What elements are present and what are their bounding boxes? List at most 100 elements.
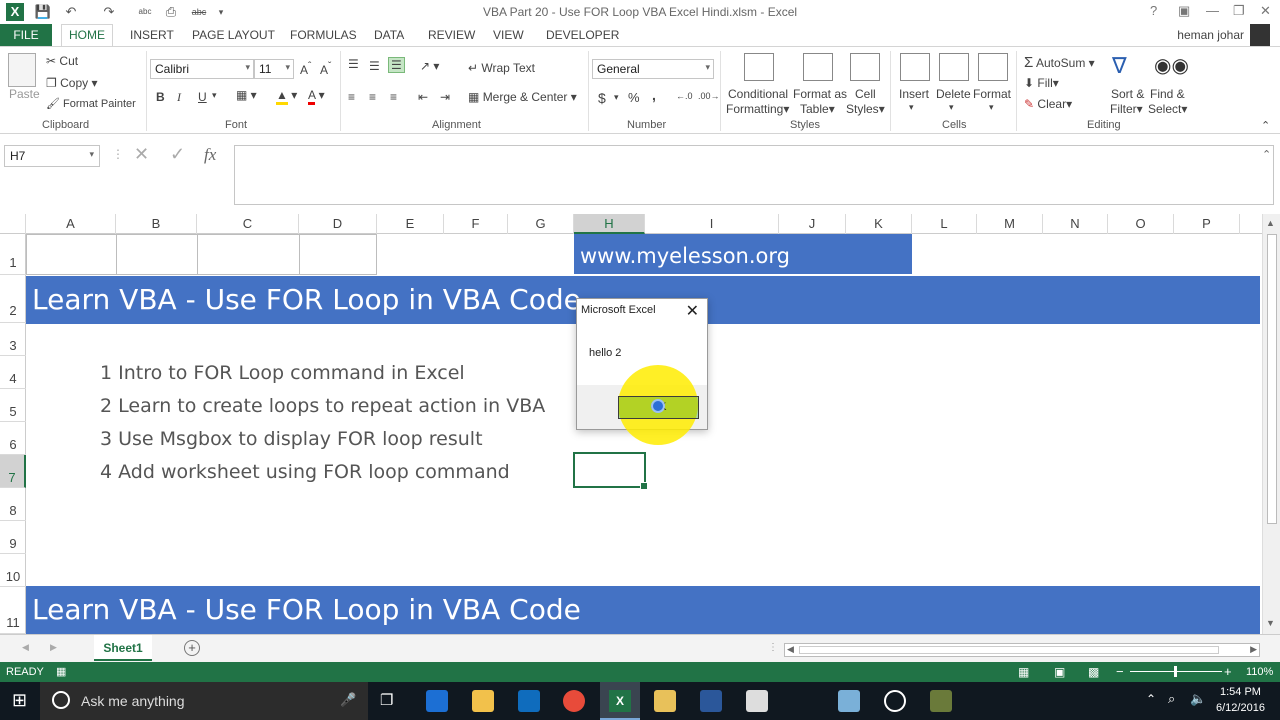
row-header-selected[interactable]: 7 (0, 455, 26, 488)
row-header[interactable]: 1 (0, 234, 26, 275)
cut-button[interactable]: ✂ Cut (46, 54, 78, 68)
percent-button[interactable]: % (628, 90, 640, 105)
increase-indent-icon[interactable]: ⇥ (440, 90, 450, 104)
row-header[interactable]: 6 (0, 422, 26, 455)
cell-styles-dropdown[interactable]: Styles▾ (846, 102, 885, 116)
column-header[interactable]: D (299, 214, 377, 234)
column-header[interactable]: N (1043, 214, 1108, 234)
shrink-font-icon[interactable]: Aˇ (320, 61, 331, 77)
scroll-thumb[interactable] (1267, 234, 1277, 524)
paste-icon[interactable] (8, 53, 36, 87)
format-as-table-button[interactable]: Format as (793, 87, 847, 101)
help-button[interactable]: ? (1150, 3, 1157, 18)
find-select-button[interactable]: Find & (1150, 87, 1185, 101)
user-name[interactable]: heman johar (1177, 28, 1244, 42)
name-box[interactable]: H7 ▾ (4, 145, 100, 167)
file-explorer-icon[interactable] (472, 690, 494, 712)
tab-developer[interactable]: DEVELOPER (546, 28, 619, 42)
tab-review[interactable]: REVIEW (428, 28, 475, 42)
formula-input[interactable] (234, 145, 1274, 205)
align-middle-icon[interactable]: ☰ (369, 59, 380, 73)
align-right-icon[interactable]: ≡ (390, 90, 397, 104)
vertical-scrollbar[interactable]: ▲ ▼ (1262, 214, 1280, 634)
website-banner[interactable]: www.myelesson.org (574, 234, 912, 274)
format-as-table-dropdown[interactable]: Table▾ (800, 102, 835, 116)
underline-dropdown-icon[interactable]: ▾ (212, 90, 217, 101)
fill-color-icon[interactable]: ▲ ▾ (276, 88, 297, 105)
decrease-decimal-icon[interactable]: .00→ (698, 91, 720, 101)
column-header[interactable]: M (977, 214, 1043, 234)
italic-button[interactable]: I (177, 90, 181, 105)
list-item[interactable]: 2 Learn to create loops to repeat action… (100, 395, 545, 417)
windows-start-icon[interactable]: ⊞ (12, 690, 27, 711)
collapse-ribbon-icon[interactable]: ⌃ (1261, 119, 1270, 132)
cell-a1[interactable] (26, 234, 117, 275)
prev-sheet-icon[interactable]: ◀ (22, 642, 29, 653)
minimize-button[interactable]: — (1206, 3, 1219, 18)
insert-cells-button[interactable]: Insert (899, 87, 929, 101)
column-header[interactable]: O (1108, 214, 1174, 234)
font-size-select[interactable]: 11 ▾ (254, 59, 294, 79)
cell-styles-button[interactable]: Cell (855, 87, 876, 101)
row-header[interactable]: 2 (0, 275, 26, 323)
column-header[interactable]: A (26, 214, 116, 234)
app-icon[interactable] (838, 690, 860, 712)
tab-page-layout[interactable]: PAGE LAYOUT (192, 28, 275, 42)
bold-button[interactable]: B (156, 90, 165, 104)
insert-function-icon[interactable]: fx (204, 145, 216, 165)
chevron-down-icon[interactable]: ▾ (909, 102, 914, 113)
tab-file[interactable]: FILE (0, 24, 52, 46)
clock-date[interactable]: 6/12/2016 (1216, 702, 1265, 714)
column-header[interactable]: B (116, 214, 197, 234)
restore-button[interactable]: ❐ (1233, 3, 1245, 19)
column-header-selected[interactable]: H (574, 214, 645, 234)
increase-decimal-icon[interactable]: ←.0 (676, 91, 693, 101)
title-banner-bottom[interactable]: Learn VBA - Use FOR Loop in VBA Code (26, 586, 1260, 634)
list-item[interactable]: 3 Use Msgbox to display FOR loop result (100, 428, 483, 450)
folder-icon[interactable] (654, 690, 676, 712)
column-header[interactable]: P (1174, 214, 1240, 234)
column-header[interactable]: F (444, 214, 508, 234)
row-header[interactable]: 9 (0, 521, 26, 554)
cell-b1[interactable] (116, 234, 198, 275)
row-header[interactable]: 3 (0, 323, 26, 356)
borders-icon[interactable]: ▦ ▾ (236, 88, 257, 102)
scroll-right-icon[interactable]: ▶ (1250, 644, 1257, 655)
orientation-icon[interactable]: ↗ ▾ (420, 59, 439, 73)
sheet-tab-sheet1[interactable]: Sheet1 (94, 635, 152, 661)
clock-time[interactable]: 1:54 PM (1220, 686, 1261, 698)
merge-center-button[interactable]: ▦ Merge & Center ▾ (468, 90, 577, 104)
normal-view-icon[interactable]: ▦ (1018, 665, 1029, 679)
currency-dropdown-icon[interactable]: ▾ (614, 92, 619, 103)
conditional-formatting-button[interactable]: Conditional (728, 87, 788, 101)
format-cells-button[interactable]: Format (973, 87, 1011, 101)
conditional-formatting-dropdown[interactable]: Formatting▾ (726, 102, 789, 116)
number-format-select[interactable]: General ▾ (592, 59, 714, 79)
sort-filter-button[interactable]: Sort & (1111, 87, 1144, 101)
recorder-icon[interactable] (930, 690, 952, 712)
currency-button[interactable]: $ (598, 90, 606, 106)
tab-home[interactable]: HOME (61, 24, 113, 47)
page-layout-view-icon[interactable]: ▣ (1054, 665, 1065, 679)
underline-button[interactable]: U (198, 90, 207, 104)
paste-button[interactable]: Paste (9, 87, 40, 101)
wifi-icon[interactable]: ⌕ (1168, 691, 1175, 707)
column-header[interactable]: G (508, 214, 574, 234)
column-header[interactable]: E (377, 214, 444, 234)
cell-d1[interactable] (299, 234, 377, 275)
tray-chevron-icon[interactable]: ⌃ (1146, 692, 1156, 706)
tab-data[interactable]: DATA (374, 28, 404, 42)
wrap-text-button[interactable]: ↵ Wrap Text (468, 61, 535, 75)
font-name-select[interactable]: Calibri ▾ (150, 59, 254, 79)
chevron-down-icon[interactable]: ▾ (949, 102, 954, 113)
column-header[interactable]: I (645, 214, 779, 234)
zoom-level[interactable]: 110% (1246, 666, 1273, 678)
enter-icon[interactable]: ✓ (170, 144, 185, 165)
autosum-button[interactable]: Σ AutoSum ▾ (1024, 54, 1095, 71)
font-color-icon[interactable]: A ▾ (308, 88, 325, 105)
horizontal-scrollbar[interactable]: ◀ ▶ (784, 643, 1260, 657)
clear-button[interactable]: ✎ Clear▾ (1024, 97, 1072, 111)
ribbon-display-icon[interactable]: ▣ (1178, 3, 1190, 19)
collapse-formula-icon[interactable]: ⌃ (1262, 148, 1271, 161)
macro-record-icon[interactable]: ▦ (56, 665, 66, 678)
